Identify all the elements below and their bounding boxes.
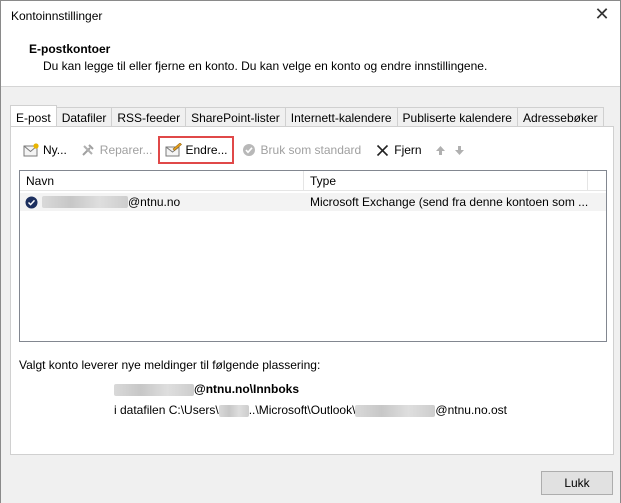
checkmark-circle-icon (240, 142, 258, 158)
repair-label: Reparer... (99, 143, 153, 157)
dialog-header: E-postkontoer Du kan legge til eller fje… (1, 31, 620, 87)
remove-account-label: Fjern (394, 143, 422, 157)
tab-rss-feeds[interactable]: RSS-feeder (111, 107, 187, 127)
close-icon[interactable]: ✕ (592, 5, 612, 25)
window-title: Kontoinnstillinger (11, 9, 103, 23)
edit-account-icon (164, 142, 182, 158)
tab-datafiles[interactable]: Datafiler (55, 107, 113, 127)
column-header-type[interactable]: Type (304, 171, 588, 190)
tools-icon (79, 142, 97, 158)
title-bar: Kontoinnstillinger ✕ (1, 1, 620, 31)
change-account-label: Endre... (185, 143, 228, 157)
account-name-cell: @ntnu.no (20, 195, 304, 209)
delivery-folder: @ntnu.no\Innboks (114, 382, 299, 396)
repair-button[interactable]: Reparer... (76, 139, 156, 161)
change-account-button[interactable]: Endre... (158, 136, 234, 164)
tab-address-books[interactable]: Adressebøker (516, 107, 604, 127)
redacted-folder-user (114, 383, 194, 396)
datafile-middle: ..\Microsoft\Outlook\ (248, 403, 356, 417)
redacted-ost-user (355, 404, 436, 417)
redacted-windows-user (218, 404, 249, 417)
account-row[interactable]: @ntnu.no Microsoft Exchange (send fra de… (20, 193, 606, 211)
arrow-down-icon (454, 145, 464, 155)
set-default-button[interactable]: Bruk som standard (237, 139, 365, 161)
delivery-datafile: i datafilen C:\Users\ ..\Microsoft\Outloo… (114, 403, 507, 417)
account-type-cell: Microsoft Exchange (send fra denne konto… (310, 195, 588, 209)
tab-email[interactable]: E-post (10, 105, 57, 127)
new-account-label: Ny... (43, 143, 67, 157)
remove-account-button[interactable]: Fjern (370, 139, 424, 161)
move-down-button[interactable] (450, 139, 469, 161)
move-up-button[interactable] (431, 139, 450, 161)
tab-strip: E-post Datafiler RSS-feeder SharePoint-l… (10, 105, 604, 127)
email-tab-panel: Ny... Reparer... Endre... Bruk som stand… (10, 126, 614, 455)
tab-sharepoint-lists[interactable]: SharePoint-lister (185, 107, 286, 127)
delivery-location-label: Valgt konto leverer nye meldinger til fø… (19, 358, 321, 372)
tab-published-calendars[interactable]: Publiserte kalendere (396, 107, 518, 127)
default-account-icon (25, 196, 38, 208)
new-mail-icon (22, 142, 40, 158)
redacted-username (42, 196, 128, 208)
list-header: Navn Type (20, 171, 606, 191)
new-account-button[interactable]: Ny... (19, 139, 70, 161)
dialog-footer (1, 463, 620, 503)
tab-internet-calendars[interactable]: Internett-kalendere (284, 107, 398, 127)
account-settings-dialog: Kontoinnstillinger ✕ E-postkontoer Du ka… (0, 0, 621, 503)
account-name-suffix: @ntnu.no (128, 195, 181, 209)
header-subtitle: Du kan legge til eller fjerne en konto. … (43, 59, 488, 73)
set-default-label: Bruk som standard (260, 143, 362, 157)
close-button[interactable]: Lukk (541, 471, 613, 495)
account-list[interactable]: Navn Type @ntnu.no Microsoft Exchange (s… (19, 170, 607, 342)
arrow-up-icon (435, 145, 445, 155)
column-header-name[interactable]: Navn (20, 171, 304, 190)
toolbar: Ny... Reparer... Endre... Bruk som stand… (19, 136, 475, 164)
delivery-folder-text: @ntnu.no\Innboks (194, 382, 300, 396)
datafile-prefix: i datafilen C:\Users\ (114, 403, 219, 417)
header-title: E-postkontoer (29, 42, 111, 56)
datafile-suffix: @ntnu.no.ost (435, 403, 507, 417)
remove-x-icon (373, 142, 391, 158)
